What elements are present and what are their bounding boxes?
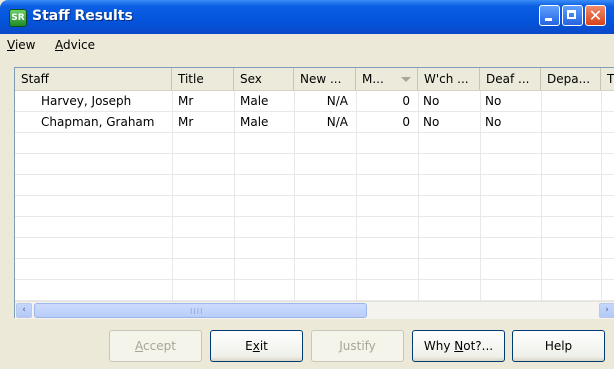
exit-pre: E: [245, 339, 253, 353]
grid-line: [418, 91, 419, 301]
close-icon: ✕: [588, 6, 603, 25]
exit-button[interactable]: Exit: [210, 330, 303, 362]
grid-line: [15, 174, 614, 175]
cell-staff: Harvey, Joseph: [41, 94, 132, 108]
column-header-wch[interactable]: W'ch ...: [418, 68, 480, 90]
justify-button[interactable]: Justify: [311, 330, 404, 362]
cell-staff: Chapman, Graham: [41, 115, 155, 129]
staff-results-list[interactable]: Staff Title Sex New ... M... W'ch ... De…: [14, 67, 614, 319]
cell-department: [546, 112, 600, 132]
grid-line: [601, 91, 602, 301]
chevron-right-icon: ›: [605, 305, 609, 315]
column-header-t[interactable]: T: [601, 68, 614, 90]
grid-line: [15, 216, 614, 217]
menu-view-label: iew: [14, 38, 36, 52]
grid-line: [480, 91, 481, 301]
window-title: Staff Results: [32, 8, 133, 24]
cell-title: Mr: [178, 115, 194, 129]
title-bar[interactable]: SR Staff Results ✕: [0, 0, 614, 34]
justify-post: ustify: [342, 339, 376, 353]
cell-wch: No: [423, 94, 440, 108]
minimize-button[interactable]: [539, 5, 560, 26]
menu-advice-mnemonic: A: [55, 38, 63, 52]
cell-department: [546, 91, 600, 111]
table-body: Harvey, Joseph Mr Male N/A 0 No No Chapm…: [15, 91, 614, 301]
cell-deaf: No: [485, 94, 502, 108]
grid-line: [15, 258, 614, 259]
column-header-m-label: M...: [362, 72, 384, 86]
cell-deaf: No: [485, 115, 502, 129]
accept-button[interactable]: Accept: [109, 330, 202, 362]
menu-advice-label: dvice: [63, 38, 96, 52]
horizontal-scrollbar[interactable]: ‹ IIII ›: [15, 301, 614, 319]
chevron-left-icon: ‹: [22, 305, 26, 315]
cell-new: N/A: [326, 115, 348, 129]
menu-bar: View Advice: [0, 34, 614, 56]
cell-t: [605, 112, 614, 132]
cell-sex: Male: [240, 94, 269, 108]
help-post: Help: [544, 339, 573, 353]
why-not-button[interactable]: Why Not?...: [412, 330, 505, 362]
maximize-button[interactable]: [562, 5, 583, 26]
why-not-pre: Why: [423, 339, 455, 353]
scroll-right-button[interactable]: ›: [599, 303, 614, 318]
grid-line: [15, 279, 614, 280]
accept-post: ccept: [143, 339, 176, 353]
maximize-icon: [567, 10, 576, 19]
why-not-post: ot?...: [463, 339, 494, 353]
column-header-department[interactable]: Depa...: [541, 68, 601, 90]
scroll-grip-icon: IIII: [190, 307, 204, 316]
why-not-mnemonic: N: [454, 339, 464, 353]
menu-view-mnemonic: V: [7, 38, 15, 52]
cell-new: N/A: [326, 94, 348, 108]
grid-line: [15, 153, 614, 154]
column-header-staff[interactable]: Staff: [15, 68, 172, 90]
column-header-m[interactable]: M...: [356, 68, 418, 90]
column-header-row: Staff Title Sex New ... M... W'ch ... De…: [15, 68, 614, 91]
close-button[interactable]: ✕: [585, 5, 606, 26]
column-header-new[interactable]: New ...: [294, 68, 356, 90]
column-header-sex[interactable]: Sex: [234, 68, 294, 90]
accept-mnemonic: A: [135, 339, 144, 353]
cell-t: [605, 91, 614, 111]
grid-line: [172, 91, 173, 301]
grid-line: [15, 237, 614, 238]
menu-advice[interactable]: Advice: [55, 38, 95, 52]
exit-mnemonic: x: [252, 339, 260, 353]
cell-m: 0: [402, 115, 410, 129]
app-icon: SR: [9, 9, 27, 27]
column-header-deaf[interactable]: Deaf ...: [480, 68, 541, 90]
minimize-icon: [545, 18, 552, 21]
grid-line: [15, 195, 614, 196]
cell-m: 0: [402, 94, 410, 108]
sort-descending-icon: [401, 77, 411, 82]
staff-results-window: SR Staff Results ✕ View Advice Staff Tit…: [0, 0, 614, 369]
grid-line: [541, 91, 542, 301]
cell-sex: Male: [240, 115, 269, 129]
menu-view[interactable]: View: [7, 38, 35, 52]
scroll-left-button[interactable]: ‹: [16, 303, 32, 318]
scrollbar-thumb[interactable]: IIII: [34, 303, 367, 318]
grid-line: [234, 91, 235, 301]
column-header-title[interactable]: Title: [172, 68, 234, 90]
grid-line: [15, 132, 614, 133]
cell-wch: No: [423, 115, 440, 129]
cell-title: Mr: [178, 94, 194, 108]
exit-post: it: [259, 339, 268, 353]
help-button[interactable]: Help: [512, 330, 605, 362]
